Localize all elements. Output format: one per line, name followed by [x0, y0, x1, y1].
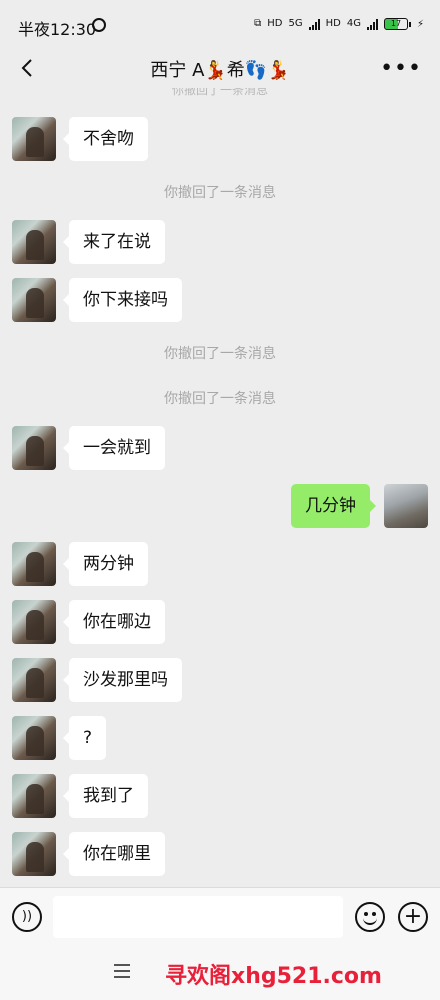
system-message: 你撤回了一条消息 [164, 346, 276, 362]
network-type-label: 5G [288, 18, 303, 29]
hd-badge-2: HD [325, 18, 341, 29]
hd-badge: HD [267, 18, 283, 29]
charging-icon: ⚡ [416, 18, 424, 30]
status-icons: ⧉ HD 5G HD 4G 17 ⚡ [254, 18, 424, 30]
contact-avatar[interactable] [12, 278, 56, 322]
message-list[interactable]: 不舍吻 你撤回了一条消息 来了在说 你下来接吗 你撤回了一条消息 你撤回了一条消… [0, 96, 440, 886]
contact-avatar[interactable] [12, 117, 56, 161]
incoming-message[interactable]: 不舍吻 [63, 117, 148, 161]
incoming-message[interactable]: 一会就到 [63, 426, 165, 470]
battery-icon: 17 [383, 18, 411, 30]
system-message: 你撤回了一条消息 [164, 391, 276, 407]
input-bar: )) + [0, 887, 440, 946]
chat-title: 西宁 A💃希👣💃 [150, 60, 290, 81]
incoming-message[interactable]: 沙发那里吗 [63, 658, 182, 702]
incoming-message[interactable]: ? [62, 716, 107, 760]
signal-icon-2 [366, 18, 378, 30]
incoming-message[interactable]: 你下来接吗 [63, 278, 182, 322]
contact-avatar[interactable] [12, 542, 56, 586]
chat-header: 西宁 A💃希👣💃 ••• [0, 46, 440, 90]
menu-icon[interactable] [114, 964, 130, 982]
plus-icon[interactable]: + [398, 902, 428, 932]
network-type-label-2: 4G [346, 18, 361, 29]
incoming-message[interactable]: 来了在说 [63, 220, 165, 264]
battery-level: 17 [383, 18, 408, 30]
voice-icon[interactable]: )) [12, 902, 42, 932]
contact-avatar[interactable] [12, 600, 56, 644]
screen-rotate-icon: ⧉ [254, 18, 262, 29]
incoming-message[interactable]: 你在哪里 [63, 832, 165, 876]
incoming-message[interactable]: 我到了 [63, 774, 148, 818]
my-avatar[interactable] [384, 484, 428, 528]
system-nav-bar: 寻欢阁xhg521.com [0, 946, 440, 1000]
system-message-partial: 你撤回了一条消息 [171, 88, 268, 96]
contact-avatar[interactable] [12, 658, 56, 702]
status-time: 半夜12:30 [18, 20, 97, 39]
signal-icon [308, 18, 320, 30]
status-bar: 半夜12:30 ⧉ HD 5G HD 4G 17 ⚡ [0, 0, 440, 46]
contact-avatar[interactable] [12, 426, 56, 470]
contact-avatar[interactable] [12, 832, 56, 876]
incoming-message[interactable]: 两分钟 [63, 542, 148, 586]
emoji-icon[interactable] [355, 902, 385, 932]
incoming-message[interactable]: 你在哪边 [63, 600, 165, 644]
outgoing-message[interactable]: 几分钟 [291, 484, 376, 528]
message-input[interactable] [53, 896, 343, 938]
alarm-icon [92, 18, 106, 32]
contact-avatar[interactable] [12, 774, 56, 818]
more-icon[interactable]: ••• [380, 56, 422, 81]
contact-avatar[interactable] [12, 220, 56, 264]
system-message: 你撤回了一条消息 [164, 185, 276, 201]
contact-avatar[interactable] [12, 716, 56, 760]
watermark: 寻欢阁xhg521.com [165, 964, 382, 989]
